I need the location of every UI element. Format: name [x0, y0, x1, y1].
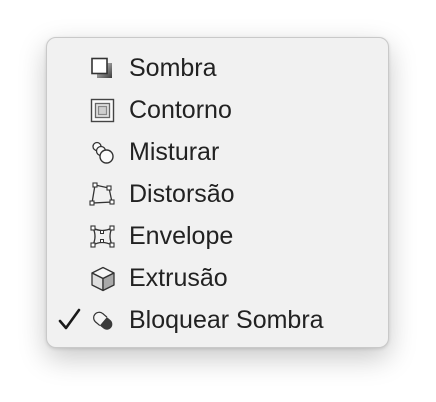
- checkmark-icon: [58, 308, 81, 330]
- menu-item-misturar[interactable]: Misturar: [47, 133, 388, 171]
- extrude-icon: [91, 266, 115, 292]
- menu-item-label: Contorno: [129, 96, 232, 124]
- menu-item-envelope[interactable]: Envelope: [47, 217, 388, 255]
- menu-item-distorsao[interactable]: Distorsão: [47, 175, 388, 213]
- effects-context-menu: Sombra Contorno Misturar Distorsão Envel…: [46, 37, 389, 348]
- menu-item-label: Misturar: [129, 138, 220, 166]
- menu-item-contorno[interactable]: Contorno: [47, 91, 388, 129]
- menu-item-extrusao[interactable]: Extrusão: [47, 259, 388, 297]
- contour-icon: [90, 98, 115, 123]
- menu-item-bloquear-sombra[interactable]: Bloquear Sombra: [47, 301, 388, 339]
- menu-item-label: Sombra: [129, 54, 217, 82]
- shadow-icon: [91, 57, 112, 78]
- menu-item-label: Envelope: [129, 222, 234, 250]
- envelope-icon: [90, 225, 115, 248]
- menu-item-sombra[interactable]: Sombra: [47, 49, 388, 87]
- menu-item-label: Extrusão: [129, 264, 228, 292]
- distort-icon: [89, 182, 115, 206]
- menu-item-label: Distorsão: [129, 180, 235, 208]
- block-shadow-icon: [93, 311, 113, 330]
- blend-icon: [92, 141, 114, 164]
- menu-item-label: Bloquear Sombra: [129, 306, 324, 334]
